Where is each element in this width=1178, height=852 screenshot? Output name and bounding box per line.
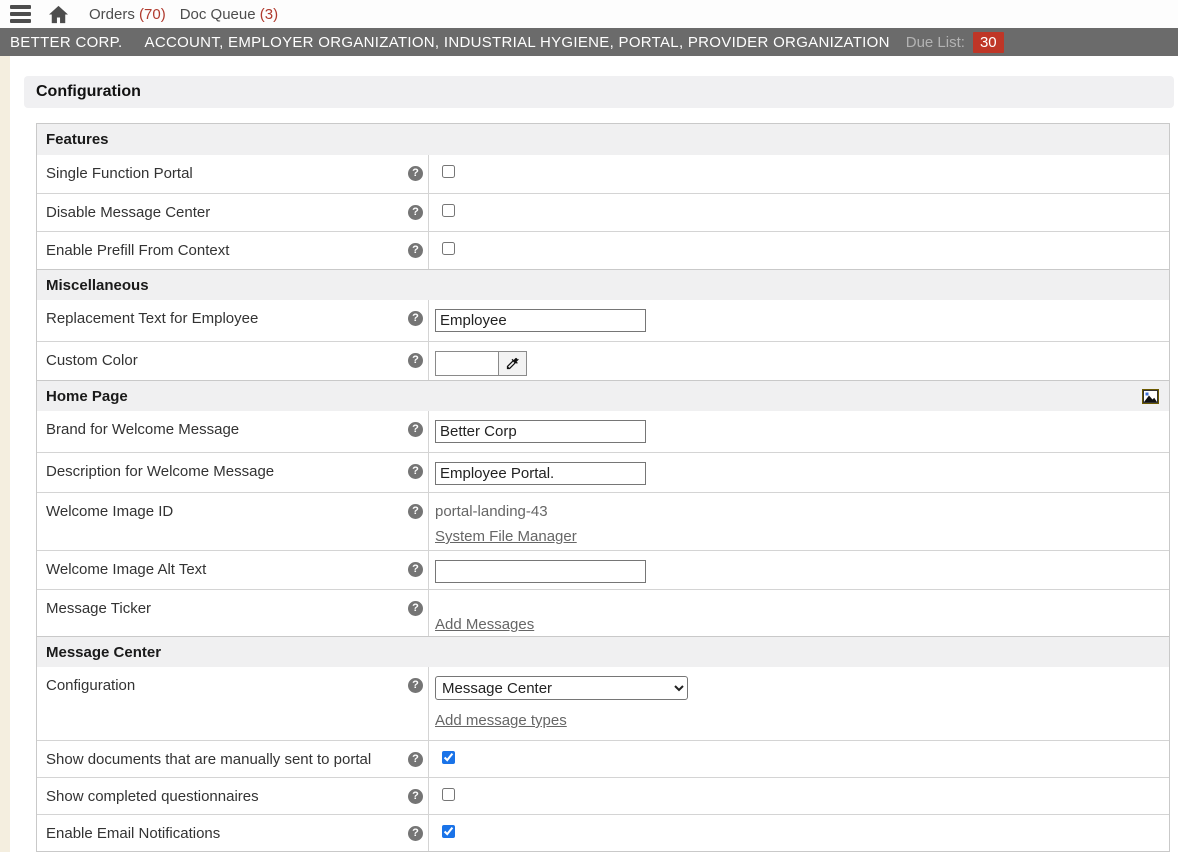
disable-message-center-checkbox[interactable] <box>442 204 455 217</box>
help-icon[interactable]: ? <box>408 166 423 181</box>
due-list-badge[interactable]: 30 <box>973 32 1004 53</box>
context-bar: BETTER CORP. ACCOUNT, EMPLOYER ORGANIZAT… <box>0 28 1178 56</box>
eyedropper-icon <box>505 356 520 371</box>
color-picker-button[interactable] <box>498 351 527 376</box>
message-ticker-label: Message Ticker <box>46 600 151 618</box>
company-name: BETTER CORP. <box>10 34 123 51</box>
show-documents-label: Show documents that are manually sent to… <box>46 751 371 769</box>
doc-queue-link[interactable]: Doc Queue (3) <box>180 6 278 23</box>
section-header-features: Features <box>37 124 1169 155</box>
show-completed-checkbox[interactable] <box>442 788 455 801</box>
row-welcome-image-id: Welcome Image ID ? portal-landing-43 Sys… <box>37 492 1169 550</box>
description-welcome-label: Description for Welcome Message <box>46 463 274 481</box>
row-custom-color: Custom Color ? <box>37 341 1169 380</box>
welcome-image-alt-input[interactable] <box>435 560 646 583</box>
welcome-image-id-label: Welcome Image ID <box>46 503 173 521</box>
email-notifications-checkbox[interactable] <box>442 825 455 838</box>
help-icon[interactable]: ? <box>408 422 423 437</box>
left-edge-strip <box>0 56 10 852</box>
help-icon[interactable]: ? <box>408 205 423 220</box>
help-icon[interactable]: ? <box>408 601 423 616</box>
section-title: Home Page <box>46 388 128 405</box>
help-icon[interactable]: ? <box>408 752 423 767</box>
single-function-portal-label: Single Function Portal <box>46 165 193 183</box>
help-icon[interactable]: ? <box>408 464 423 479</box>
section-title: Miscellaneous <box>46 277 149 294</box>
help-icon[interactable]: ? <box>408 504 423 519</box>
page-title: Configuration <box>24 76 1174 108</box>
orders-link[interactable]: Orders (70) <box>89 6 166 23</box>
section-header-home-page: Home Page <box>37 380 1169 411</box>
enable-prefill-label: Enable Prefill From Context <box>46 242 229 260</box>
row-show-documents: Show documents that are manually sent to… <box>37 740 1169 777</box>
add-messages-link[interactable]: Add Messages <box>435 616 534 633</box>
disable-message-center-label: Disable Message Center <box>46 204 210 222</box>
image-icon <box>1142 389 1159 404</box>
show-completed-label: Show completed questionnaires <box>46 788 259 806</box>
row-show-completed: Show completed questionnaires ? <box>37 777 1169 814</box>
row-description-welcome: Description for Welcome Message ? <box>37 452 1169 492</box>
add-message-types-link[interactable]: Add message types <box>435 712 567 729</box>
section-title: Features <box>46 131 109 148</box>
hamburger-menu-icon[interactable] <box>10 5 31 23</box>
row-enable-prefill-from-context: Enable Prefill From Context ? <box>37 231 1169 269</box>
brand-welcome-label: Brand for Welcome Message <box>46 421 239 439</box>
row-replacement-text: Replacement Text for Employee ? <box>37 300 1169 341</box>
help-icon[interactable]: ? <box>408 826 423 841</box>
help-icon[interactable]: ? <box>408 353 423 368</box>
welcome-image-alt-label: Welcome Image Alt Text <box>46 561 206 579</box>
row-single-function-portal: Single Function Portal ? <box>37 155 1169 193</box>
row-mc-configuration: Configuration ? Message Center Add messa… <box>37 667 1169 740</box>
description-welcome-input[interactable] <box>435 462 646 485</box>
home-button[interactable] <box>48 5 69 24</box>
context-entities: ACCOUNT, EMPLOYER ORGANIZATION, INDUSTRI… <box>145 34 890 51</box>
section-header-miscellaneous: Miscellaneous <box>37 269 1169 300</box>
help-icon[interactable]: ? <box>408 311 423 326</box>
doc-queue-count: (3) <box>260 6 278 23</box>
system-file-manager-link[interactable]: System File Manager <box>435 528 577 545</box>
doc-queue-label: Doc Queue <box>180 6 256 23</box>
home-page-image-button[interactable] <box>1142 388 1160 404</box>
due-list-label: Due List: <box>906 34 965 51</box>
show-documents-checkbox[interactable] <box>442 751 455 764</box>
custom-color-label: Custom Color <box>46 352 138 370</box>
replacement-text-label: Replacement Text for Employee <box>46 310 258 328</box>
row-welcome-image-alt: Welcome Image Alt Text ? <box>37 550 1169 589</box>
enable-prefill-checkbox[interactable] <box>442 242 455 255</box>
row-message-ticker: Message Ticker ? Add Messages <box>37 589 1169 636</box>
orders-count: (70) <box>139 6 166 23</box>
single-function-portal-checkbox[interactable] <box>442 165 455 178</box>
brand-welcome-input[interactable] <box>435 420 646 443</box>
home-icon <box>48 5 69 24</box>
configuration-select[interactable]: Message Center <box>435 676 688 700</box>
mc-configuration-label: Configuration <box>46 677 135 695</box>
help-icon[interactable]: ? <box>408 562 423 577</box>
configuration-table: Features Single Function Portal ? Disabl… <box>36 123 1170 852</box>
welcome-image-id-value: portal-landing-43 <box>435 502 1161 522</box>
row-brand-welcome: Brand for Welcome Message ? <box>37 411 1169 452</box>
section-header-message-center: Message Center <box>37 636 1169 667</box>
email-notifications-label: Enable Email Notifications <box>46 825 220 843</box>
help-icon[interactable]: ? <box>408 243 423 258</box>
replacement-text-input[interactable] <box>435 309 646 332</box>
custom-color-input[interactable] <box>435 351 499 376</box>
row-disable-message-center: Disable Message Center ? <box>37 193 1169 231</box>
row-enable-email-notifications: Enable Email Notifications ? <box>37 814 1169 851</box>
orders-label: Orders <box>89 6 135 23</box>
help-icon[interactable]: ? <box>408 789 423 804</box>
top-nav: Orders (70) Doc Queue (3) <box>0 0 1178 28</box>
section-title: Message Center <box>46 644 161 661</box>
help-icon[interactable]: ? <box>408 678 423 693</box>
